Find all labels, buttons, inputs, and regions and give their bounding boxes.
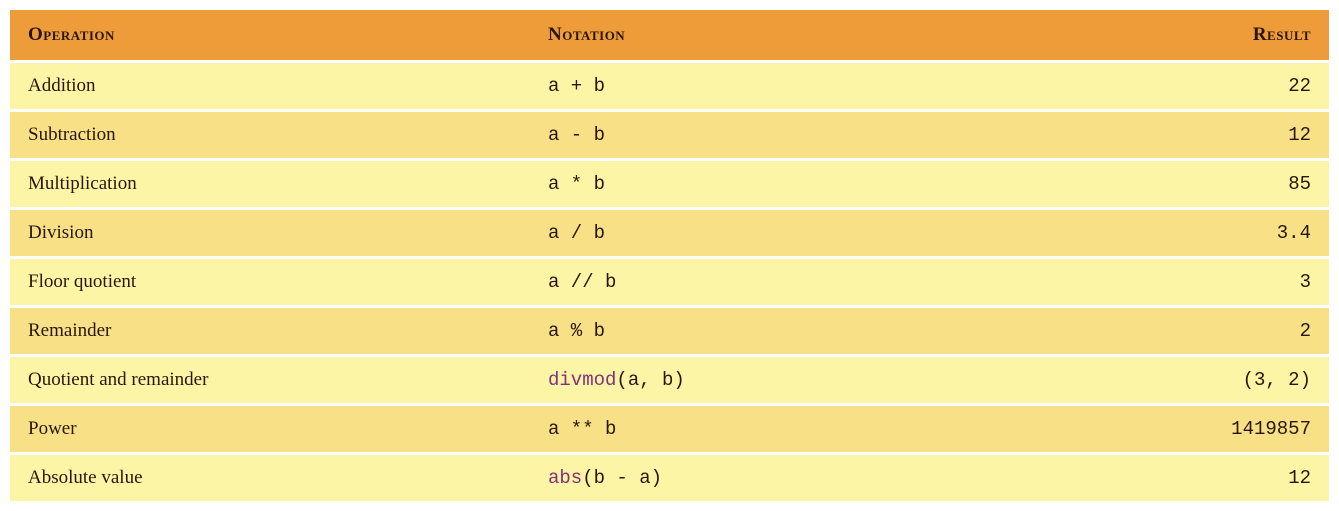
cell-result: 2 [1130,307,1329,356]
cell-result: (3, 2) [1130,356,1329,405]
cell-result: 3.4 [1130,209,1329,258]
cell-result: 12 [1130,111,1329,160]
table-row: Quotient and remainderdivmod(a, b)(3, 2) [10,356,1329,405]
cell-operation: Multiplication [10,160,530,209]
table-row: Absolute valueabs(b - a)12 [10,454,1329,502]
cell-notation: a + b [530,62,1130,111]
table-header-row: Operation Notation Result [10,10,1329,62]
cell-notation: a / b [530,209,1130,258]
cell-result: 22 [1130,62,1329,111]
cell-notation: a % b [530,307,1130,356]
cell-result: 1419857 [1130,405,1329,454]
cell-operation: Quotient and remainder [10,356,530,405]
cell-result: 85 [1130,160,1329,209]
cell-operation: Power [10,405,530,454]
cell-notation: a ** b [530,405,1130,454]
cell-notation: a - b [530,111,1130,160]
table-row: Additiona + b22 [10,62,1329,111]
table-row: Powera ** b1419857 [10,405,1329,454]
table-row: Divisiona / b3.4 [10,209,1329,258]
table-row: Remaindera % b2 [10,307,1329,356]
cell-notation: abs(b - a) [530,454,1130,502]
table-row: Subtractiona - b12 [10,111,1329,160]
cell-operation: Floor quotient [10,258,530,307]
cell-notation: divmod(a, b) [530,356,1130,405]
cell-operation: Addition [10,62,530,111]
cell-result: 3 [1130,258,1329,307]
cell-notation: a * b [530,160,1130,209]
cell-operation: Division [10,209,530,258]
operations-table: Operation Notation Result Additiona + b2… [10,10,1329,501]
table-row: Multiplicationa * b85 [10,160,1329,209]
cell-operation: Remainder [10,307,530,356]
table-row: Floor quotienta // b3 [10,258,1329,307]
header-result: Result [1130,10,1329,62]
header-operation: Operation [10,10,530,62]
cell-notation: a // b [530,258,1130,307]
cell-result: 12 [1130,454,1329,502]
cell-operation: Absolute value [10,454,530,502]
cell-operation: Subtraction [10,111,530,160]
header-notation: Notation [530,10,1130,62]
